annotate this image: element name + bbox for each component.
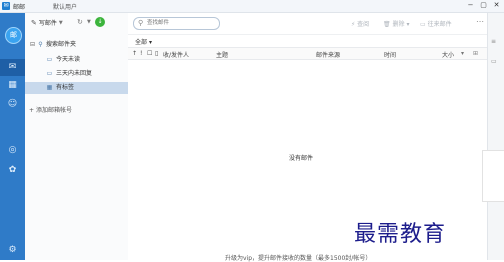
more-icon[interactable]: ⋯ <box>476 17 484 26</box>
column-size[interactable]: 大小 <box>442 50 454 59</box>
contacts-icon[interactable]: ☺ <box>7 99 18 110</box>
folder-item[interactable]: ▦ 有标签 <box>25 82 128 94</box>
app-logo-icon: ✉ <box>2 2 10 10</box>
current-user[interactable]: 默认用户 <box>53 2 77 11</box>
column-sender[interactable]: 收/发件人 <box>163 50 189 59</box>
read-label: 查阅 <box>357 21 370 28</box>
read-button[interactable]: ⚡ 查阅 <box>351 19 369 28</box>
avatar[interactable]: 邮 <box>5 27 22 44</box>
folder-pane: ✎ 写邮件 ▼ ↻ ▼ ↓ ⊟ ⚲ 搜索邮件夹 ▭ 今天未读 ▭ 三天内未回复 … <box>25 13 129 260</box>
receive-mail-icon[interactable]: ↓ <box>95 17 105 27</box>
chevron-down-icon: ▾ <box>148 39 152 46</box>
delete-icon: 🗑 <box>383 21 391 28</box>
maximize-button[interactable]: ▢ <box>478 1 489 10</box>
filter-label: 全部 <box>135 39 148 46</box>
folder-icon: ▭ <box>46 70 53 77</box>
thread-button[interactable]: ▭ 往来邮件 <box>420 19 452 28</box>
refresh-icon[interactable]: ↻ <box>77 18 83 26</box>
collapse-icon[interactable]: ⊟ <box>29 41 36 48</box>
folder-item[interactable]: ▭ 三天内未回复 <box>25 68 128 80</box>
folder-label: 今天未读 <box>56 56 81 63</box>
side-control-icon[interactable]: ≡ <box>491 38 496 45</box>
skin-icon[interactable]: ✿ <box>7 165 18 176</box>
close-button[interactable]: ✕ <box>491 1 502 10</box>
preview-panel-fragment <box>482 150 504 202</box>
column-subject[interactable]: 主题 <box>216 50 228 59</box>
delete-button[interactable]: 🗑 删除 ▾ <box>383 19 410 28</box>
search-box[interactable]: ⚲ <box>133 17 220 30</box>
select-all-checkbox[interactable]: ☐ <box>147 50 152 57</box>
empty-state-text: 没有邮件 <box>289 155 314 162</box>
tree-account[interactable]: ⊟ ⚲ 搜索邮件夹 <box>25 39 128 51</box>
minimize-button[interactable]: − <box>465 1 476 10</box>
list-toolbar: ⚲ ⚡ 查阅 🗑 删除 ▾ ▭ 往来邮件 ⋯ <box>128 13 487 35</box>
plus-icon: + <box>29 107 35 114</box>
folder-label: 有标签 <box>56 84 75 91</box>
column-settings-icon[interactable]: ⊞ <box>473 50 478 57</box>
tips-icon[interactable]: ◎ <box>7 145 18 156</box>
flag-column-icon[interactable]: ↑ <box>132 50 137 57</box>
folder-label: 三天内未回复 <box>56 70 93 77</box>
chevron-down-icon[interactable]: ▼ <box>59 20 63 26</box>
delete-label: 删除 <box>392 21 405 28</box>
column-source[interactable]: 邮件来源 <box>316 50 340 59</box>
filter-dropdown[interactable]: 全部 ▾ <box>135 37 152 46</box>
sort-down-icon[interactable]: ▾ <box>461 50 464 57</box>
tag-icon: ▦ <box>46 84 53 91</box>
read-icon: ⚡ <box>351 21 356 28</box>
column-header: ↑ ! ☐ ▯ 收/发件人 主题 邮件来源 时间 大小 ▾ ⊞ <box>128 47 487 60</box>
thread-label: 往来邮件 <box>427 21 452 28</box>
window-controls: − ▢ ✕ <box>465 1 502 11</box>
folder-toolbar: ✎ 写邮件 ▼ ↻ ▼ ↓ <box>25 13 128 33</box>
folder-item[interactable]: ▭ 今天未读 <box>25 54 128 66</box>
compose-button[interactable]: ✎ 写邮件 ▼ <box>31 18 63 28</box>
thread-icon: ▭ <box>420 21 426 28</box>
add-account-label: 添加邮箱帐号 <box>35 107 72 114</box>
search-input[interactable] <box>147 19 215 27</box>
compose-label: 写邮件 <box>38 20 57 27</box>
calendar-icon[interactable]: ▦ <box>7 80 18 91</box>
compose-icon: ✎ <box>31 18 37 27</box>
upgrade-tip[interactable]: 升级为vip，提升邮件接收的数量（最多1500封/帐号） <box>225 253 371 262</box>
right-side-strip: ≡ ▭ <box>487 13 504 260</box>
search-folder-icon: ⚲ <box>38 41 43 48</box>
chevron-down-icon[interactable]: ▼ <box>87 19 91 25</box>
mail-icon[interactable]: ✉ <box>7 62 18 73</box>
settings-icon[interactable]: ⚙ <box>7 245 18 256</box>
title-bar: ✉ 邮邮 默认用户 − ▢ ✕ <box>0 0 504 13</box>
add-account-link[interactable]: + 添加邮箱帐号 <box>29 105 72 114</box>
search-icon: ⚲ <box>138 19 144 27</box>
side-control-icon[interactable]: ▭ <box>491 58 497 65</box>
folder-icon: ▭ <box>46 56 53 63</box>
important-column-icon[interactable]: ! <box>140 50 142 57</box>
left-nav: 邮 ✉ ▦ ☺ ◎ ✿ ⚙ <box>0 13 25 260</box>
watermark: 最需教育 <box>354 222 447 247</box>
column-time[interactable]: 时间 <box>384 50 396 59</box>
app-title: 邮邮 <box>13 4 26 11</box>
account-label: 搜索邮件夹 <box>46 41 77 48</box>
chevron-down-icon[interactable]: ▾ <box>406 21 409 28</box>
attachment-column-icon[interactable]: ▯ <box>155 50 158 57</box>
